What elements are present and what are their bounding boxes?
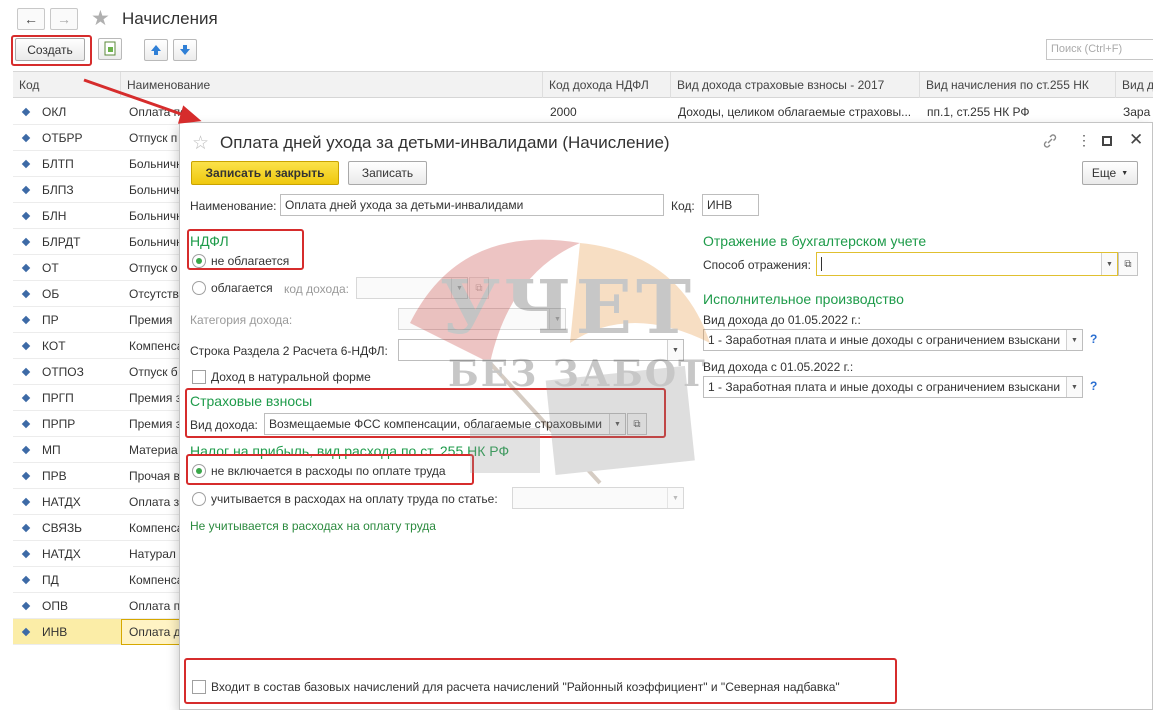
column-header-insurance-type[interactable]: Вид дохода страховые взносы - 2017 — [671, 72, 920, 98]
counted-by-article-label: учитывается в расходах на оплату труда п… — [211, 492, 498, 506]
item-marker-icon — [21, 315, 31, 325]
item-marker-icon — [21, 575, 31, 585]
code-field[interactable]: ИНВ — [702, 194, 759, 216]
open-icon[interactable]: ⧉ — [1118, 252, 1138, 276]
item-marker-icon — [21, 289, 31, 299]
item-marker-icon — [21, 523, 31, 533]
more-menu-button[interactable]: Еще ▼ — [1082, 161, 1138, 185]
name-field[interactable]: Оплата дней ухода за детьми-инвалидами — [280, 194, 664, 216]
row-6ndfl-label: Строка Раздела 2 Расчета 6-НДФЛ: — [190, 344, 388, 358]
dialog-title: Оплата дней ухода за детьми-инвалидами (… — [220, 133, 670, 152]
arrow-left-icon: ← — [24, 11, 38, 27]
counted-by-article-radio[interactable] — [192, 492, 206, 506]
save-button[interactable]: Записать — [348, 161, 427, 185]
annotation-arrow-icon — [83, 78, 202, 124]
item-marker-icon — [21, 471, 31, 481]
column-header-ndfl-code[interactable]: Код дохода НДФЛ — [543, 72, 671, 98]
income-after-field[interactable]: 1 - Заработная плата и иные доходы с огр… — [703, 376, 1083, 398]
item-marker-icon — [21, 185, 31, 195]
enforcement-section-title: Исполнительное производство — [703, 291, 904, 307]
move-up-button[interactable] — [144, 39, 168, 61]
article-field: ▼ — [512, 487, 684, 509]
forward-button[interactable]: → — [50, 8, 78, 30]
natural-income-label: Доход в натуральной форме — [211, 370, 371, 384]
chevron-down-icon: ▼ — [667, 488, 683, 508]
accounting-section-title: Отражение в бухгалтерском учете — [703, 233, 927, 249]
list-window-title: Начисления — [122, 9, 218, 28]
favorite-star-icon[interactable]: ★ — [91, 6, 110, 31]
chevron-down-icon: ▼ — [1101, 253, 1117, 275]
natural-income-checkbox[interactable] — [192, 370, 206, 384]
move-down-button[interactable] — [173, 39, 197, 61]
income-code-field: ▼ — [356, 277, 468, 299]
search-input[interactable]: Поиск (Ctrl+F) — [1046, 39, 1153, 60]
item-marker-icon — [21, 393, 31, 403]
help-icon[interactable]: ? — [1090, 379, 1097, 393]
item-marker-icon — [21, 263, 31, 273]
income-before-label: Вид дохода до 01.05.2022 г.: — [703, 313, 861, 327]
income-code-label: код дохода: — [284, 282, 349, 296]
accounting-method-label: Способ отражения: — [703, 258, 811, 272]
accounting-method-field[interactable]: ▼ — [816, 252, 1118, 276]
profit-tax-note: Не учитывается в расходах на оплату труд… — [190, 519, 436, 533]
accrual-dialog: ☆ Оплата дней ухода за детьми-инвалидами… — [179, 122, 1153, 710]
arrow-up-icon — [151, 45, 161, 55]
copy-document-icon — [104, 41, 116, 56]
name-label: Наименование: — [190, 199, 277, 213]
item-marker-icon — [21, 497, 31, 507]
item-marker-icon — [21, 549, 31, 559]
highlight-profit-tax — [186, 454, 474, 485]
highlight-ndfl — [187, 229, 304, 270]
link-icon[interactable] — [1042, 133, 1058, 149]
income-category-label: Категория дохода: — [190, 313, 293, 327]
ndfl-taxed-label: облагается — [211, 281, 273, 295]
column-header-article-255[interactable]: Вид начисления по ст.255 НК — [920, 72, 1116, 98]
item-marker-icon — [21, 601, 31, 611]
column-header-extra[interactable]: Вид д — [1116, 72, 1153, 98]
income-after-label: Вид дохода с 01.05.2022 г.: — [703, 360, 854, 374]
row-6ndfl-field[interactable]: ▼ — [398, 339, 684, 361]
arrow-right-icon: → — [57, 11, 71, 27]
item-marker-icon — [21, 341, 31, 351]
help-icon[interactable]: ? — [1090, 332, 1097, 346]
highlight-base-accruals — [184, 658, 897, 704]
item-marker-icon — [21, 107, 31, 117]
highlight-create-button — [11, 35, 92, 66]
chevron-down-icon: ▼ — [549, 309, 565, 329]
item-marker-icon — [21, 133, 31, 143]
item-marker-icon — [21, 367, 31, 377]
chevron-down-icon: ▼ — [1066, 377, 1082, 397]
close-icon[interactable]: ✕ — [1129, 130, 1143, 150]
chevron-down-icon: ▼ — [1121, 169, 1129, 177]
item-marker-icon — [21, 237, 31, 247]
ndfl-taxed-radio[interactable] — [192, 281, 206, 295]
open-icon: ⧉ — [469, 277, 489, 299]
item-marker-icon — [21, 211, 31, 221]
maximize-icon[interactable] — [1102, 136, 1112, 146]
income-before-field[interactable]: 1 - Заработная плата и иные доходы с огр… — [703, 329, 1083, 351]
save-and-close-button[interactable]: Записать и закрыть — [191, 161, 339, 185]
code-label: Код: — [671, 199, 695, 213]
item-marker-icon — [21, 627, 31, 637]
chevron-down-icon: ▼ — [1066, 330, 1082, 350]
back-button[interactable]: ← — [17, 8, 45, 30]
copy-document-button[interactable] — [98, 38, 122, 60]
item-marker-icon — [21, 419, 31, 429]
text-cursor — [821, 257, 822, 271]
more-vertical-icon[interactable]: ⋮ — [1077, 132, 1091, 149]
item-marker-icon — [21, 445, 31, 455]
favorite-star-icon[interactable]: ☆ — [192, 132, 209, 155]
income-category-field: ▼ — [398, 308, 566, 330]
chevron-down-icon: ▼ — [451, 278, 467, 298]
chevron-down-icon: ▼ — [667, 340, 683, 360]
item-marker-icon — [21, 159, 31, 169]
highlight-insurance — [185, 388, 666, 438]
arrow-down-icon — [180, 45, 190, 55]
